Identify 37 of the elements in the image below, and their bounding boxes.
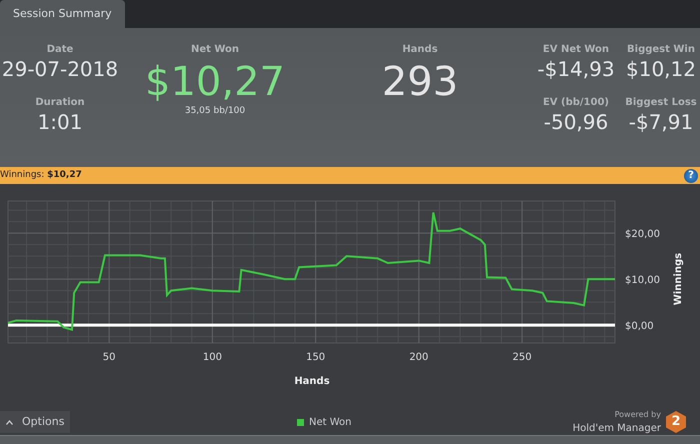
- stat-value: $10,27: [145, 59, 285, 105]
- stat-subvalue: 35,05 bb/100: [184, 105, 246, 118]
- winnings-summary: Winnings: $10,27: [0, 168, 82, 182]
- stat-label: Hands: [402, 43, 438, 57]
- axis-tick-label: $0,00: [625, 321, 654, 332]
- axis-tick-label: 250: [512, 352, 532, 363]
- axis-tick-label: $20,00: [625, 229, 660, 240]
- stat-value: 1:01: [38, 110, 82, 134]
- brand-name: Hold'em Manager: [572, 422, 661, 436]
- stat-value: $10,12: [626, 57, 696, 81]
- axis-tick-label: 50: [102, 352, 116, 363]
- stat-label: EV (bb/100): [542, 96, 610, 110]
- tab[interactable]: Session Summary: [0, 0, 125, 28]
- axis-tick-label: 100: [202, 352, 222, 363]
- legend-label: Net Won: [309, 416, 352, 430]
- powered-by-text: Powered by: [614, 408, 661, 420]
- stat-label: Biggest Win: [627, 43, 695, 57]
- legend-swatch: [297, 418, 304, 426]
- stat-value: -50,96: [544, 110, 608, 134]
- axis-tick-label: $10,00: [625, 275, 660, 286]
- stat-label: EV Net Won: [542, 43, 610, 57]
- axis-title: Winnings: [673, 252, 684, 306]
- stat-value: 293: [382, 59, 458, 105]
- stat-label: Date: [46, 43, 74, 57]
- stat-label: Biggest Loss: [625, 96, 697, 110]
- help-icon[interactable]: ?: [684, 168, 698, 182]
- axis-tick-label: 150: [306, 352, 326, 363]
- axis-title: Hands: [294, 376, 330, 387]
- axis-tick-label: 200: [409, 352, 428, 363]
- stat-label: Duration: [35, 96, 85, 110]
- stat-value: -$7,91: [628, 110, 694, 134]
- stat-value: -$14,93: [537, 57, 615, 81]
- stat-label: Net Won: [190, 43, 240, 57]
- logo-badge: 2: [666, 411, 686, 433]
- stat-value: 29-07-2018: [2, 57, 118, 81]
- options-button[interactable]: Options: [0, 411, 70, 433]
- caret-icon: [6, 420, 13, 424]
